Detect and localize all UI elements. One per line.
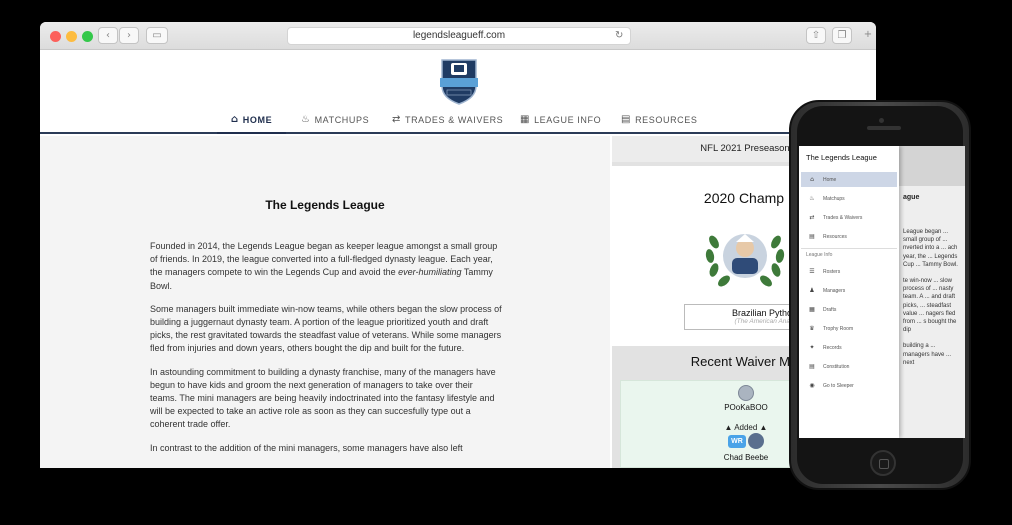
drawer-item-label: Constitution: [823, 363, 850, 370]
phone-home-button[interactable]: [870, 450, 896, 476]
drawer-title: The Legends League: [806, 153, 877, 162]
screenshot-stage: ‹ › ▭ legendsleagueff.com ↻ ⇧ ❐ + ⌂ HOME: [0, 0, 1012, 525]
reload-icon[interactable]: ↻: [615, 27, 623, 45]
flame-icon: ♨: [301, 114, 311, 125]
phone-page-text: League began ... small group of ... nver…: [903, 229, 958, 366]
story-paragraph: Some managers built immediate win-now te…: [150, 303, 502, 354]
document-icon: ▤: [621, 114, 632, 125]
page-title: The Legends League: [265, 198, 385, 212]
nav-league-info[interactable]: ▦ LEAGUE INFO: [520, 114, 601, 125]
share-icon[interactable]: ⇧: [806, 27, 826, 44]
phone-nav-drawer: The Legends League ⌂ Home ♨ Matchups ⇄ T…: [799, 146, 899, 438]
drawer-item-drafts[interactable]: ▦ Drafts: [801, 302, 897, 317]
camera-icon: [879, 118, 884, 123]
drawer-item-go-to-sleeper[interactable]: ◉ Go to Sleeper: [801, 378, 897, 393]
champion-wreath-icon: [705, 234, 785, 287]
nav-home[interactable]: ⌂ HOME: [216, 114, 287, 134]
nav-matchups-label: MATCHUPS: [314, 114, 370, 125]
document-icon: ▤: [809, 233, 815, 240]
player-avatar: [748, 433, 764, 449]
tabs-icon[interactable]: ❐: [832, 27, 852, 44]
main-nav: ⌂ HOME ♨ MATCHUPS ⇄ TRADES & WAIVERS ▦ L…: [40, 112, 876, 134]
drawer-item-trades-waivers[interactable]: ⇄ Trades & Waivers: [801, 210, 897, 225]
home-icon: ⌂: [231, 114, 239, 125]
browser-toolbar: ‹ › ▭ legendsleagueff.com ↻ ⇧ ❐ +: [40, 22, 876, 50]
drawer-item-trophy-room[interactable]: ♛ Trophy Room: [801, 321, 897, 336]
site-header: ⌂ HOME ♨ MATCHUPS ⇄ TRADES & WAIVERS ▦ L…: [40, 50, 876, 134]
drawer-item-label: Rosters: [823, 268, 841, 275]
nav-trades-waivers[interactable]: ⇄ TRADES & WAIVERS: [392, 114, 503, 125]
phone-mockup: ague League began ... small group of ...…: [789, 100, 971, 490]
list-icon: ☰: [809, 268, 815, 275]
drawer-item-label: Managers: [823, 287, 846, 294]
drawer-item-label: Trades & Waivers: [823, 214, 863, 221]
swap-icon: ⇄: [809, 214, 815, 221]
speaker-icon: [867, 126, 901, 130]
people-icon: ♟: [809, 287, 815, 294]
position-badge: WR: [728, 435, 746, 448]
avatar: [738, 385, 754, 401]
league-story: Founded in 2014, the Legends League bega…: [150, 240, 502, 465]
drawer-item-label: Resources: [823, 233, 847, 240]
home-icon: ⌂: [810, 176, 814, 183]
legends-logo-icon[interactable]: [436, 56, 482, 106]
trophy-icon: ♛: [809, 325, 815, 332]
phone-page-heading: ague: [903, 194, 920, 201]
main-content: The Legends League Founded in 2014, the …: [40, 136, 610, 468]
sidebar-toggle-icon[interactable]: ▭: [146, 27, 168, 44]
nav-resources[interactable]: ▤ RESOURCES: [621, 114, 697, 125]
phone-page-background: ague League began ... small group of ...…: [899, 146, 965, 438]
browser-window: ‹ › ▭ legendsleagueff.com ↻ ⇧ ❐ + ⌂ HOME: [40, 22, 876, 468]
phone-screen: ague League began ... small group of ...…: [799, 146, 965, 438]
drawer-divider: [801, 248, 897, 249]
drawer-item-home[interactable]: ⌂ Home: [801, 172, 897, 187]
swap-icon: ⇄: [392, 114, 401, 125]
nav-league-info-label: LEAGUE INFO: [534, 114, 602, 125]
award-icon: ✦: [809, 344, 815, 351]
story-paragraph: In astounding commitment to building a d…: [150, 366, 496, 430]
chevron-left-icon[interactable]: ‹: [98, 27, 118, 44]
drawer-item-records[interactable]: ✦ Records: [801, 340, 897, 355]
drawer-item-label: Records: [823, 344, 842, 351]
chevron-right-icon[interactable]: ›: [119, 27, 139, 44]
drawer-item-label: Go to Sleeper: [823, 382, 854, 389]
drawer-item-label: Drafts: [823, 306, 837, 313]
nav-resources-label: RESOURCES: [635, 114, 698, 125]
drawer-item-rosters[interactable]: ☰ Rosters: [801, 264, 897, 279]
nav-matchups[interactable]: ♨ MATCHUPS: [301, 114, 369, 125]
phone-page-header: [899, 146, 965, 186]
story-paragraph: In contrast to the addition of the mini …: [150, 442, 463, 453]
nav-trades-waivers-label: TRADES & WAIVERS: [404, 114, 504, 125]
close-window-button[interactable]: [50, 31, 61, 42]
drawer-item-matchups[interactable]: ♨ Matchups: [801, 191, 897, 206]
nav-home-label: HOME: [242, 114, 273, 125]
new-tab-icon[interactable]: +: [858, 27, 876, 44]
grid-icon: ▦: [520, 114, 531, 125]
zoom-window-button[interactable]: [82, 31, 93, 42]
minimize-window-button[interactable]: [66, 31, 77, 42]
flame-icon: ♨: [809, 195, 815, 202]
drawer-item-managers[interactable]: ♟ Managers: [801, 283, 897, 298]
story-paragraph: Founded in 2014, the Legends League bega…: [150, 241, 498, 291]
sleeper-icon: ◉: [809, 382, 815, 389]
table-icon: ▦: [809, 306, 815, 313]
drawer-item-label: Home: [823, 176, 837, 183]
drawer-item-constitution[interactable]: ▤ Constitution: [801, 359, 897, 374]
drawer-item-label: Trophy Room: [823, 325, 854, 332]
book-icon: ▤: [809, 363, 815, 370]
address-bar[interactable]: legendsleagueff.com: [287, 27, 631, 45]
drawer-item-label: Matchups: [823, 195, 845, 202]
drawer-section-label: League Info: [806, 252, 833, 258]
drawer-item-resources[interactable]: ▤ Resources: [801, 229, 897, 244]
